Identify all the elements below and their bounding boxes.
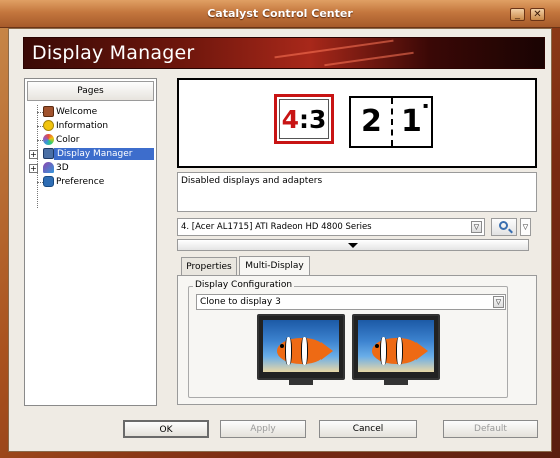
adapter-select-value: 4. [Acer AL1715] ATI Radeon HD 4800 Seri… (181, 222, 372, 232)
main-frame: Display Manager Pages Welcome Informatio… (8, 28, 552, 452)
tree-item-preference[interactable]: Preference (29, 176, 155, 189)
tab-properties[interactable]: Properties (181, 257, 237, 276)
aspect-ratio-icon[interactable]: 4:3 (274, 94, 334, 144)
tree-item-color[interactable]: Color (29, 134, 155, 147)
clownfish-image (271, 334, 333, 368)
multi-display-panel: Display Configuration Clone to display 3… (177, 275, 537, 405)
minimize-button[interactable]: _ (510, 8, 525, 21)
display-marker-icon: ▪ (423, 101, 429, 110)
monitor-screen (358, 320, 434, 372)
apply-button[interactable]: Apply (220, 420, 306, 438)
preference-icon (43, 176, 54, 187)
tab-multi-display[interactable]: Multi-Display (239, 256, 310, 276)
window-title: Catalyst Control Center (207, 7, 353, 20)
display-pair-icon[interactable]: 2 1 ▪ (349, 96, 433, 148)
display-preview: 4:3 2 1 ▪ (177, 78, 537, 168)
banner-streak (324, 51, 414, 67)
window: Catalyst Control Center _ ✕ Display Mana… (0, 0, 560, 458)
title-bar[interactable]: Catalyst Control Center _ ✕ (0, 0, 560, 28)
aspect-ratio-separator: : (299, 105, 309, 134)
cancel-button[interactable]: Cancel (319, 420, 417, 438)
collapse-bar[interactable] (177, 239, 529, 251)
tree-item-display-manager[interactable]: + Display Manager (29, 148, 155, 161)
clownfish-image (366, 334, 428, 368)
page-title: Display Manager (32, 42, 195, 64)
tree-item-label: Information (56, 121, 109, 131)
ok-button[interactable]: OK (123, 420, 209, 438)
tree-item-3d[interactable]: + 3D (29, 162, 155, 175)
zoom-dropdown-button[interactable]: ▽ (520, 218, 531, 236)
zoom-button[interactable] (491, 218, 517, 236)
tree-item-information[interactable]: Information (29, 120, 155, 133)
status-panel: Disabled displays and adapters (177, 172, 537, 212)
color-icon (43, 134, 54, 145)
page-banner: Display Manager (23, 37, 545, 69)
tree-item-label: 3D (56, 163, 69, 173)
display-configuration-group: Display Configuration Clone to display 3… (188, 280, 508, 398)
aspect-ratio-text: 4:3 (280, 100, 328, 140)
magnifier-icon (499, 221, 508, 230)
display-configuration-value: Clone to display 3 (200, 297, 281, 307)
tree-item-label: Preference (56, 177, 105, 187)
monitor-screen (263, 320, 339, 372)
welcome-icon (43, 106, 54, 117)
display-number-left: 2 (361, 104, 382, 139)
monitor-stand (384, 380, 408, 385)
pages-panel: Pages Welcome Information Color + Displa… (24, 78, 157, 406)
aspect-ratio-height: 3 (309, 105, 327, 134)
monitor-stand (289, 380, 313, 385)
pages-header[interactable]: Pages (27, 81, 154, 101)
aspect-ratio-frame: 4:3 (279, 99, 329, 139)
aspect-ratio-width: 4 (281, 105, 299, 134)
status-text: Disabled displays and adapters (181, 176, 323, 186)
monitor-icon (352, 314, 440, 385)
group-title: Display Configuration (193, 280, 295, 290)
chevron-down-icon[interactable]: ▽ (471, 221, 482, 233)
triangle-down-icon (348, 243, 358, 248)
3d-icon (43, 162, 54, 173)
expand-icon[interactable]: + (29, 164, 38, 173)
display-divider (391, 98, 393, 146)
display-manager-icon (43, 148, 54, 159)
tree-item-label: Display Manager (54, 148, 154, 160)
tree-item-label: Welcome (56, 107, 98, 117)
expand-icon[interactable]: + (29, 150, 38, 159)
default-button[interactable]: Default (443, 420, 538, 438)
adapter-select[interactable]: 4. [Acer AL1715] ATI Radeon HD 4800 Seri… (177, 218, 485, 236)
info-icon (43, 120, 54, 131)
display-configuration-select[interactable]: Clone to display 3 ▽ (196, 294, 506, 310)
tree-item-label: Color (56, 135, 80, 145)
banner-streak (274, 39, 394, 59)
monitor-icon (257, 314, 345, 385)
tree-item-welcome[interactable]: Welcome (29, 106, 155, 119)
close-button[interactable]: ✕ (530, 8, 545, 21)
chevron-down-icon[interactable]: ▽ (493, 296, 504, 308)
display-number-right: 1 (401, 104, 422, 139)
